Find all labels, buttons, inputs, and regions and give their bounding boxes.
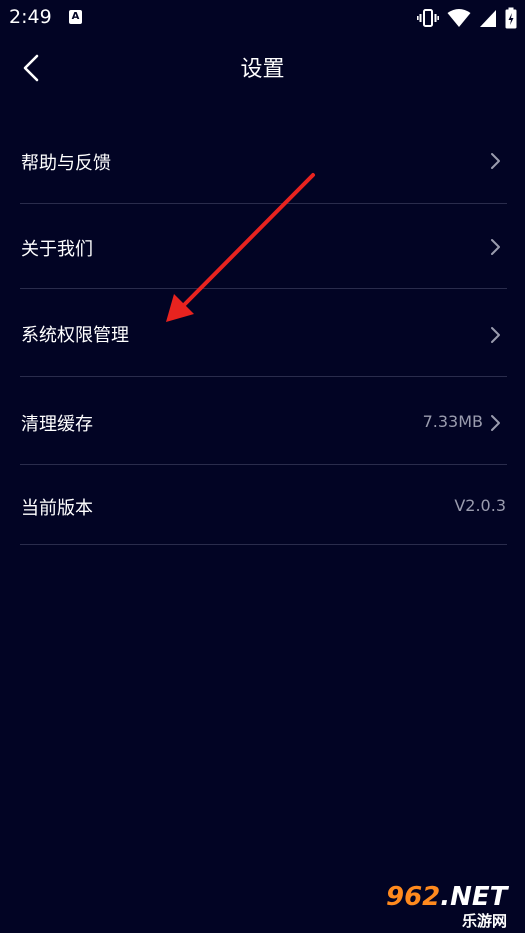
clear-cache-label: 清理缓存	[21, 414, 93, 435]
about-us-row[interactable]: 关于我们	[20, 204, 507, 289]
chevron-right-icon	[491, 239, 500, 255]
watermark-site-name: 乐游网	[462, 912, 508, 930]
status-bar: 2:49 A	[0, 0, 525, 36]
battery-icon	[505, 7, 517, 29]
help-feedback-row[interactable]: 帮助与反馈	[20, 118, 507, 204]
header: 设置	[0, 36, 525, 100]
wifi-icon	[447, 9, 471, 27]
vibrate-icon	[417, 9, 439, 27]
system-permissions-label: 系统权限管理	[21, 325, 129, 346]
clear-cache-row[interactable]: 清理缓存 7.33MB	[20, 377, 507, 465]
watermark-domain: .NET	[440, 882, 508, 912]
settings-screen: 2:49 A 设置 帮助与反馈 关于我们 系统权限管理 清理缓存 7.33MB …	[0, 0, 525, 933]
chevron-right-icon	[491, 153, 500, 169]
current-version-row: 当前版本 V2.0.3	[20, 465, 507, 545]
watermark-logo: 962.NET	[386, 882, 507, 912]
help-feedback-label: 帮助与反馈	[21, 153, 111, 174]
chevron-right-icon	[491, 415, 500, 431]
about-us-label: 关于我们	[21, 239, 93, 260]
status-time: 2:49	[9, 6, 52, 28]
page-title: 设置	[240, 57, 285, 82]
watermark-digits: 962	[386, 882, 441, 912]
system-permissions-row[interactable]: 系统权限管理	[20, 289, 507, 377]
site-watermark: 962.NET 乐游网	[386, 882, 521, 930]
status-icons	[417, 6, 517, 30]
notification-icon: A	[69, 10, 82, 24]
settings-list: 帮助与反馈 关于我们 系统权限管理 清理缓存 7.33MB 当前版本 V2.0.…	[20, 118, 507, 545]
signal-icon	[480, 10, 496, 27]
version-value: V2.0.3	[454, 496, 506, 515]
chevron-right-icon	[491, 327, 500, 343]
current-version-label: 当前版本	[21, 498, 93, 519]
cache-size-value: 7.33MB	[422, 412, 483, 431]
